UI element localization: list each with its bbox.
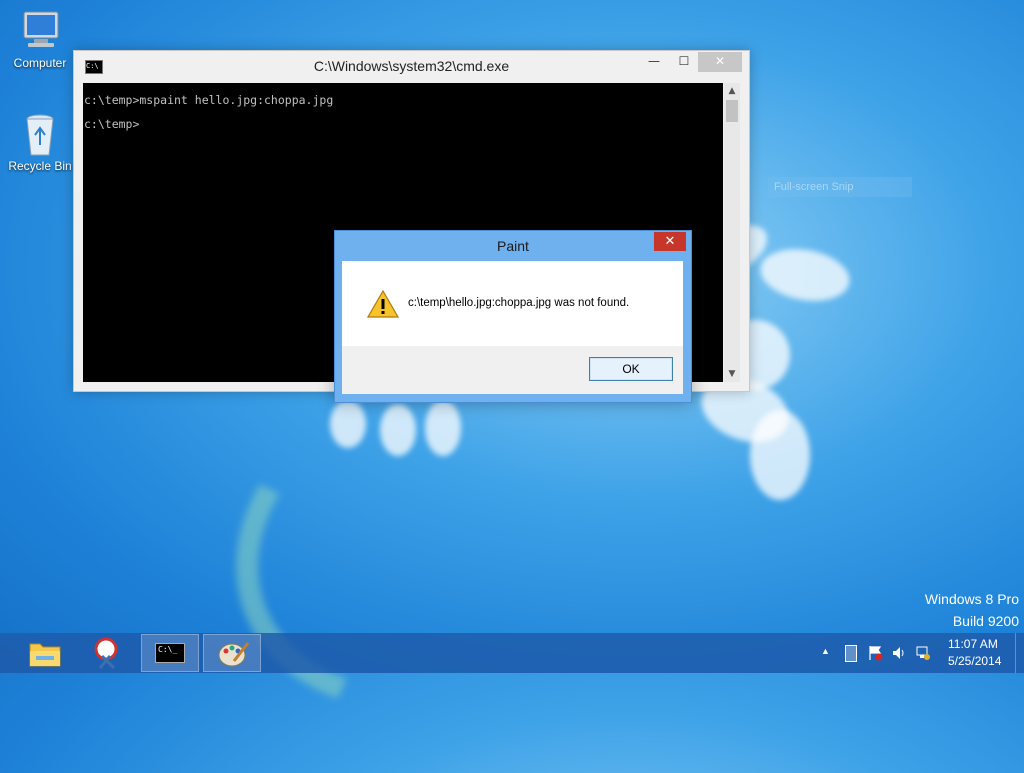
volume-icon[interactable]	[891, 645, 907, 665]
taskbar: C:\_ ▲ 11:07 AM 5/25/2014	[0, 633, 1024, 673]
cmd-titlebar[interactable]: C:\ C:\Windows\system32\cmd.exe — ☐ ✕	[74, 51, 749, 81]
dialog-footer: OK	[342, 346, 683, 394]
dialog-close-button[interactable]: ✕	[654, 232, 686, 251]
taskbar-paint[interactable]	[203, 634, 261, 672]
console-line: c:\temp>	[84, 117, 140, 131]
console-line: c:\temp>mspaint hello.jpg:choppa.jpg	[84, 93, 334, 107]
recycle-bin-icon	[16, 113, 64, 157]
taskbar-command-prompt[interactable]: C:\_	[141, 634, 199, 672]
dialog-message: c:\temp\hello.jpg:choppa.jpg was not fou…	[408, 297, 630, 309]
scroll-down-arrow-icon[interactable]: ▼	[724, 366, 740, 382]
clock-date[interactable]: 5/25/2014	[948, 654, 1001, 668]
computer-icon	[16, 10, 64, 54]
snipping-tool-icon	[94, 637, 118, 670]
cmd-icon-text: C:\_	[158, 645, 178, 654]
file-explorer-icon	[29, 643, 61, 667]
show-hidden-icons-button[interactable]: ▲	[821, 646, 830, 656]
close-button[interactable]: ✕	[698, 52, 742, 72]
show-desktop-button[interactable]	[1015, 633, 1024, 673]
network-icon[interactable]	[915, 645, 931, 665]
warning-icon	[366, 289, 400, 322]
paint-icon	[218, 642, 250, 667]
console-scrollbar[interactable]: ▲ ▼	[724, 83, 740, 382]
ok-button[interactable]: OK	[589, 357, 673, 381]
computer-desktop-icon[interactable]: Computer	[4, 10, 76, 70]
maximize-button[interactable]: ☐	[670, 52, 698, 72]
taskbar-snipping-tool[interactable]	[80, 634, 138, 672]
clock-time[interactable]: 11:07 AM	[948, 637, 998, 651]
taskbar-file-explorer[interactable]	[16, 634, 74, 672]
snip-tooltip-ghost: Full-screen Snip	[768, 177, 912, 197]
dialog-body: c:\temp\hello.jpg:choppa.jpg was not fou…	[342, 261, 683, 394]
computer-label: Computer	[13, 56, 67, 70]
battery-tray-icon[interactable]	[845, 645, 857, 662]
paint-error-dialog[interactable]: Paint ✕ c:\temp\hello.jpg:choppa.jpg was…	[334, 230, 692, 403]
minimize-button[interactable]: —	[640, 52, 668, 72]
recycle-bin-desktop-icon[interactable]: Recycle Bin	[4, 113, 76, 173]
action-center-flag-icon[interactable]	[868, 645, 884, 665]
scroll-thumb[interactable]	[726, 100, 738, 122]
command-prompt-icon: C:\_	[155, 643, 185, 663]
dialog-title: Paint	[497, 238, 529, 254]
watermark-build: Build 9200	[952, 613, 1019, 629]
watermark-edition: Windows 8 Pro	[924, 591, 1019, 607]
recycle-bin-label: Recycle Bin	[8, 159, 72, 173]
scroll-up-arrow-icon[interactable]: ▲	[724, 83, 740, 99]
